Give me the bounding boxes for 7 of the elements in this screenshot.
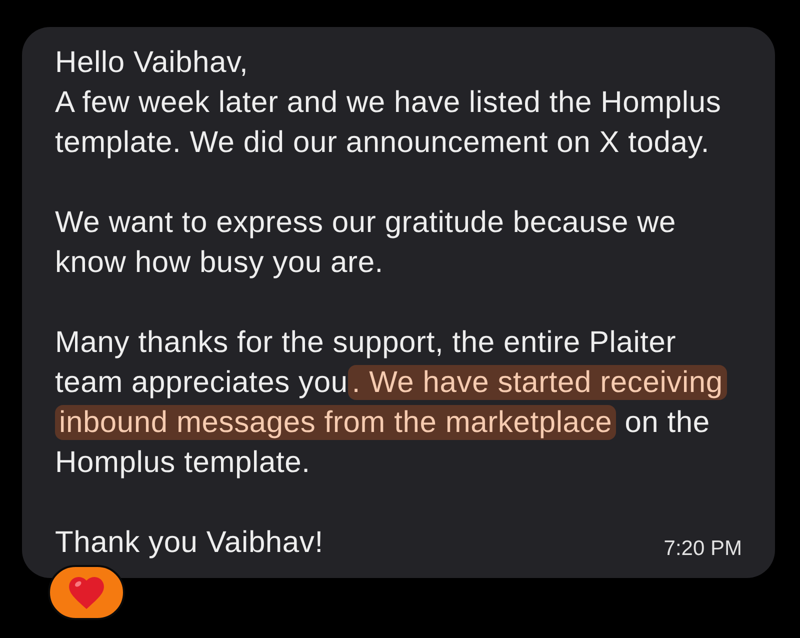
timestamp: 7:20 PM [664,536,742,562]
message-paragraph: We want to express our gratitude because we know how busy you are. [55,205,678,281]
greeting-text: Hello Vaibhav, [55,45,248,81]
closing-text: Thank you Vaibhav! [55,525,324,561]
heart-icon [69,576,104,608]
message-paragraph: Many thanks for the support, the entire Plaiter team appreciates you. We have started receiving inbound messages from the marketplace on the Homplus template. [55,323,739,483]
message-paragraph: A few week later and we have listed the Homplus template. We did our announcement on X today. [55,85,722,161]
